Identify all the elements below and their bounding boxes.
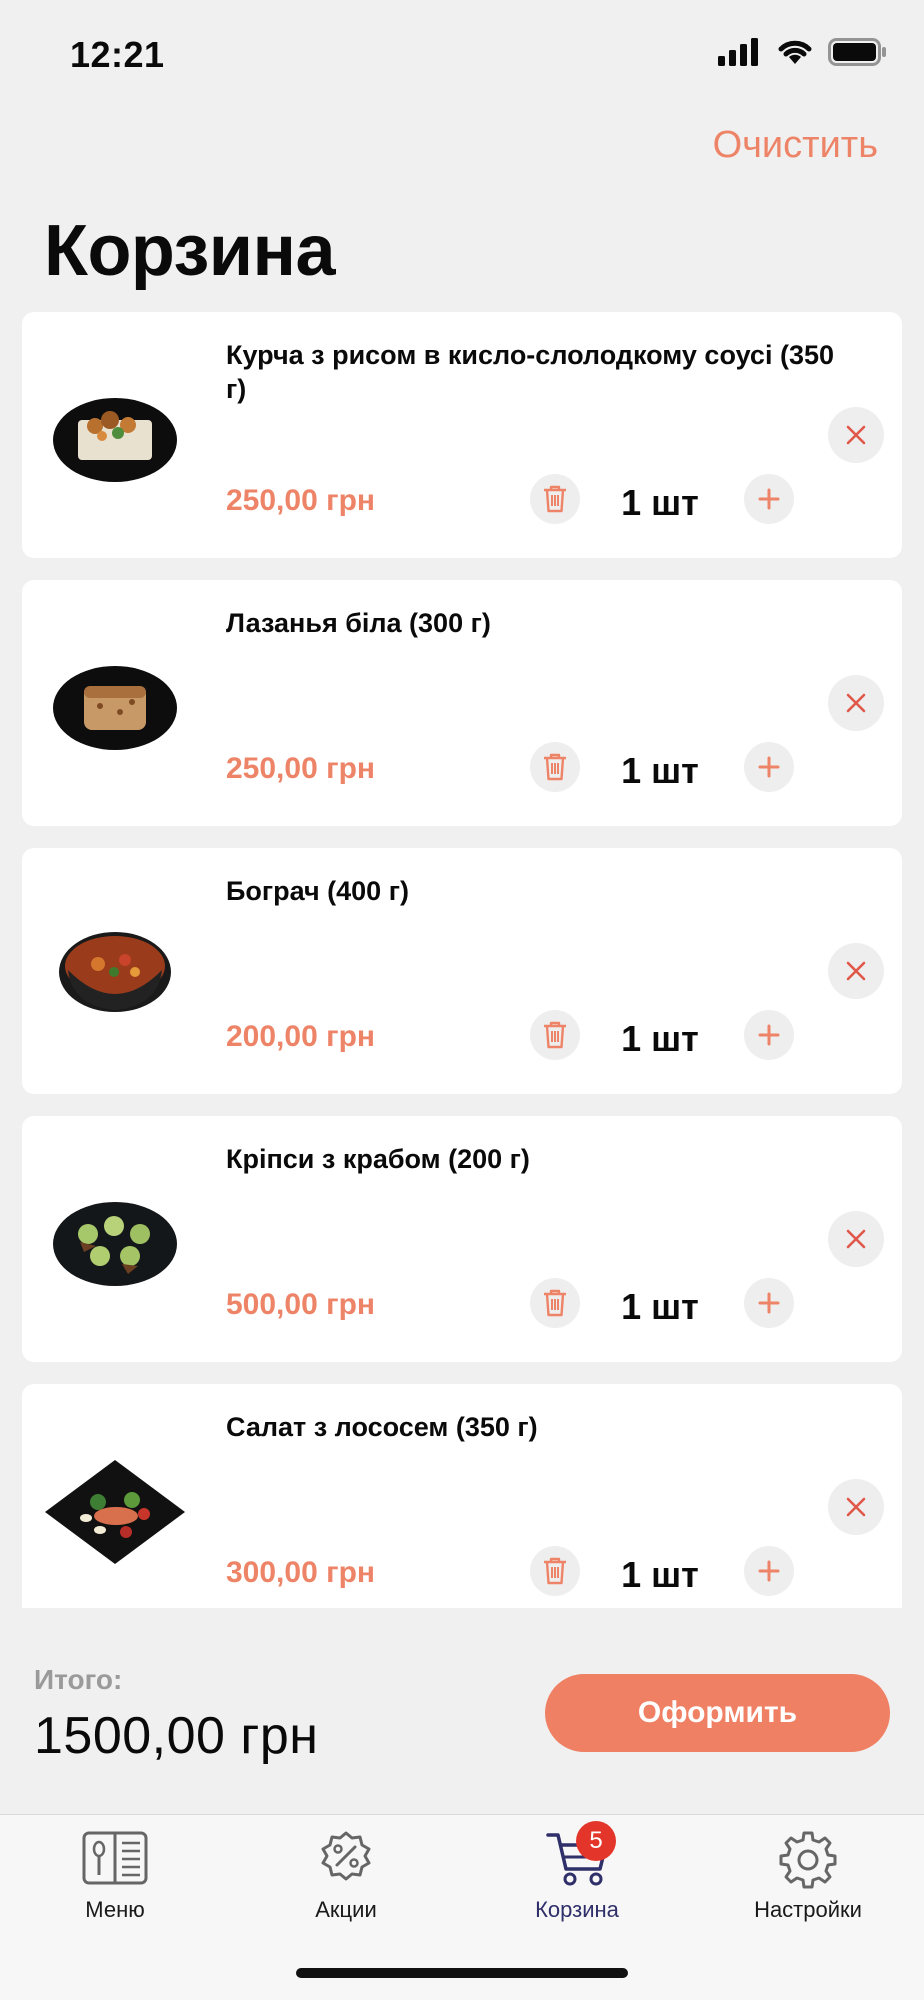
page-title: Корзина (44, 211, 336, 291)
dish-name: Лазанья біла (300 г) (226, 608, 491, 638)
tab-label: Меню (85, 1897, 145, 1922)
dish-name: Салат з лососем (350 г) (226, 1412, 538, 1442)
cart-item: Бограч (400 г) 200,00 грн 1 шт (22, 848, 902, 1094)
close-icon (846, 425, 866, 445)
trash-icon (544, 1289, 566, 1317)
menu-book-icon (82, 1831, 148, 1885)
dish-price: 300,00 грн (226, 1556, 376, 1589)
settings-gear-icon (779, 1831, 837, 1889)
increase-quantity-button[interactable] (744, 1010, 794, 1060)
increase-quantity-button[interactable] (744, 742, 794, 792)
quantity-value: 1 шт (621, 482, 699, 523)
cart-list[interactable]: Курча з рисом в кисло-слолодкому соусі (… (22, 312, 902, 1608)
dish-image (53, 666, 177, 750)
trash-icon (544, 485, 566, 513)
status-bar: 12:21 (0, 0, 924, 110)
quantity-value: 1 шт (621, 1286, 699, 1327)
plus-icon (758, 488, 780, 510)
close-icon (846, 1229, 866, 1249)
dish-price: 500,00 грн (226, 1288, 376, 1321)
total-label: Итого: (34, 1664, 123, 1695)
trash-icon (544, 753, 566, 781)
tab-cart[interactable]: 5 Корзина (477, 1821, 677, 1939)
dish-image (53, 398, 177, 482)
dish-image (45, 1460, 185, 1564)
trash-button[interactable] (530, 1546, 580, 1596)
plus-icon (758, 1292, 780, 1314)
dish-price: 250,00 грн (226, 484, 376, 517)
plus-icon (758, 1024, 780, 1046)
home-indicator (296, 1968, 628, 1978)
trash-icon (544, 1557, 566, 1585)
increase-quantity-button[interactable] (744, 474, 794, 524)
discount-badge-icon (321, 1831, 371, 1881)
plus-icon (758, 1560, 780, 1582)
wifi-icon (778, 40, 812, 64)
quantity-value: 1 шт (621, 750, 699, 791)
battery-icon (828, 38, 886, 66)
total-value: 1500,00 грн (34, 1707, 319, 1765)
dish-price: 250,00 грн (226, 752, 376, 785)
plus-icon (758, 756, 780, 778)
dish-image (59, 932, 171, 1012)
increase-quantity-button[interactable] (744, 1278, 794, 1328)
cart-item: Салат з лососем (350 г) 300,00 грн 1 шт (22, 1384, 902, 1608)
increase-quantity-button[interactable] (744, 1546, 794, 1596)
remove-item-button[interactable] (828, 407, 884, 463)
quantity-value: 1 шт (621, 1554, 699, 1595)
cart-item: Кріпси з крабом (200 г) 500,00 грн 1 шт (22, 1116, 902, 1362)
dish-image (53, 1202, 177, 1286)
close-icon (846, 961, 866, 981)
signal-icon (718, 38, 758, 66)
tab-label: Настройки (754, 1897, 862, 1922)
tab-settings[interactable]: Настройки (708, 1829, 908, 1939)
quantity-value: 1 шт (621, 1018, 699, 1059)
dish-name: Курча з рисом в кисло-слолодкому соусі (… (226, 340, 834, 404)
status-icons (718, 38, 888, 66)
checkout-button[interactable]: Оформить (545, 1674, 890, 1752)
dish-price: 200,00 грн (226, 1020, 376, 1053)
clear-cart-button[interactable]: Очистить (713, 124, 878, 167)
trash-button[interactable] (530, 742, 580, 792)
trash-button[interactable] (530, 1278, 580, 1328)
trash-button[interactable] (530, 1010, 580, 1060)
trash-button[interactable] (530, 474, 580, 524)
remove-item-button[interactable] (828, 943, 884, 999)
cart-item: Курча з рисом в кисло-слолодкому соусі (… (22, 312, 902, 558)
remove-item-button[interactable] (828, 1211, 884, 1267)
remove-item-button[interactable] (828, 1479, 884, 1535)
cart-count-badge: 5 (576, 1821, 616, 1861)
cart-item: Лазанья біла (300 г) 250,00 грн 1 шт (22, 580, 902, 826)
close-icon (846, 693, 866, 713)
dish-name: Бограч (400 г) (226, 876, 409, 906)
status-time: 12:21 (70, 34, 165, 75)
tab-menu[interactable]: Меню (15, 1829, 215, 1939)
remove-item-button[interactable] (828, 675, 884, 731)
tab-promotions[interactable]: Акции (246, 1829, 446, 1939)
cart-tab-icon-wrap: 5 (544, 1821, 616, 1889)
trash-icon (544, 1021, 566, 1049)
close-icon (846, 1497, 866, 1517)
tab-label: Акции (315, 1897, 377, 1922)
dish-name: Кріпси з крабом (200 г) (226, 1144, 530, 1174)
tab-label: Корзина (535, 1897, 619, 1922)
